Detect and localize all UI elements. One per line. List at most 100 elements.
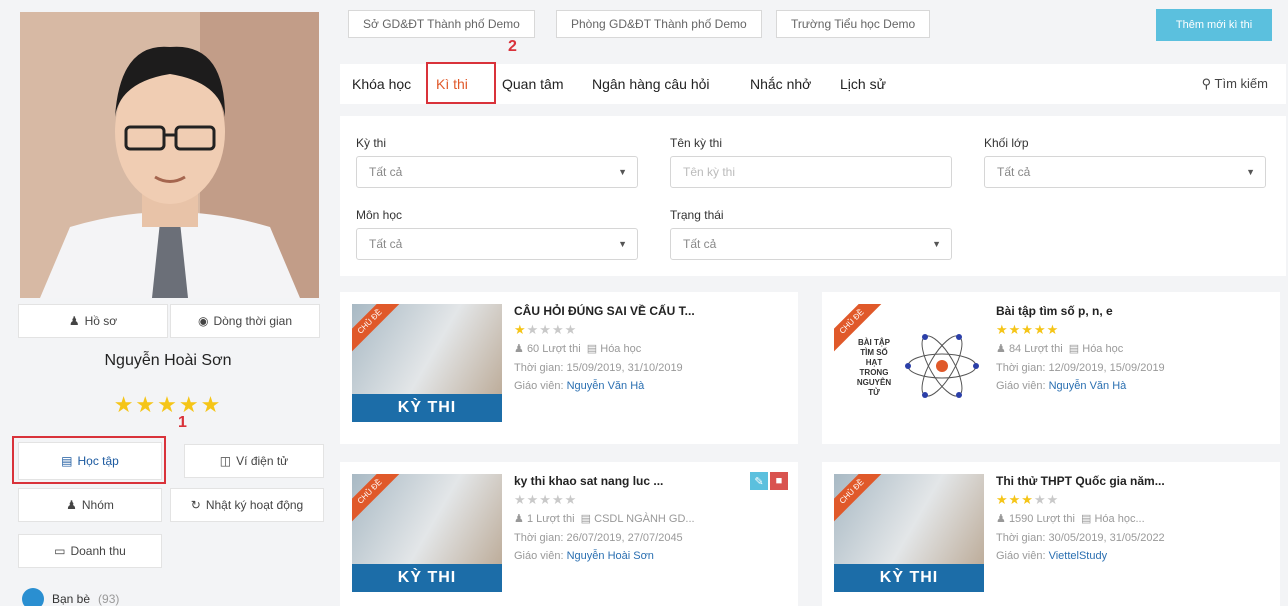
- breadcrumb-item-dept[interactable]: Sở GD&ĐT Thành phố Demo: [348, 10, 535, 38]
- marker-2: 2: [508, 38, 517, 55]
- menu-revenue-label: Doanh thu: [70, 544, 126, 558]
- profile-photo: [20, 12, 319, 298]
- search-icon: ⚲: [1201, 76, 1212, 91]
- exam-select[interactable]: Tất cả ▼: [356, 156, 638, 188]
- name-filter-label: Tên kỳ thi: [670, 136, 723, 150]
- exam-meta: ♟ 60 Lượt thi ▤ Hóa học: [514, 342, 641, 355]
- exam-time: Thời gian: 15/09/2019, 31/10/2019: [514, 362, 683, 374]
- chevron-down-icon: ▼: [618, 239, 627, 249]
- exam-title[interactable]: ky thi khao sat nang luc ...: [514, 474, 754, 488]
- topic-ribbon: CHỦ ĐỀ: [352, 304, 404, 356]
- menu-revenue[interactable]: ▭ Doanh thu: [18, 534, 162, 568]
- exam-band: KỲ THI: [352, 564, 502, 592]
- card-icon: ▭: [54, 544, 66, 558]
- exam-select-value: Tất cả: [369, 165, 403, 179]
- timeline-button[interactable]: ◉ Dòng thời gian: [170, 304, 320, 338]
- exam-rating: ★★★★★: [514, 322, 578, 337]
- menu-wallet[interactable]: ◫ Ví điện tử: [184, 444, 324, 478]
- status-filter-label: Trạng thái: [670, 208, 724, 222]
- grade-select[interactable]: Tất cả ▼: [984, 156, 1266, 188]
- book-icon: ▤: [1081, 513, 1092, 525]
- tab-courses[interactable]: Khóa học: [352, 76, 411, 92]
- exam-views: 1590 Lượt thi: [1008, 513, 1075, 525]
- marker-1: 1: [178, 414, 187, 431]
- exam-time: Thời gian: 26/07/2019, 27/07/2045: [514, 532, 683, 544]
- profile-button[interactable]: ♟ Hồ sơ: [18, 304, 168, 338]
- exam-thumbnail: CHỦ ĐỀ KỲ THI: [352, 304, 502, 422]
- delete-icon[interactable]: ■: [770, 472, 788, 490]
- user-icon: ♟: [514, 343, 524, 355]
- menu-activity-log-label: Nhật ký hoạt động: [205, 498, 304, 512]
- chevron-down-icon: ▼: [618, 167, 627, 177]
- exam-meta: ♟ 1590 Lượt thi ▤ Hóa học...: [996, 512, 1145, 525]
- exam-card[interactable]: CHỦ ĐỀ BÀI TẬP TÌM SỐ HẠT TRONG NGUYÊN T…: [822, 292, 1280, 444]
- highlight-box-2: [426, 62, 496, 104]
- tab-question-bank[interactable]: Ngân hàng câu hỏi: [592, 76, 710, 92]
- friends-label: Bạn bè: [52, 592, 91, 606]
- exam-views: 60 Lượt thi: [526, 343, 581, 355]
- status-select[interactable]: Tất cả ▼: [670, 228, 952, 260]
- search-label: Tìm kiếm: [1214, 76, 1268, 91]
- exam-thumbnail: CHỦ ĐỀ KỲ THI: [834, 474, 984, 592]
- user-icon: ♟: [68, 314, 80, 328]
- teacher-name[interactable]: Nguyễn Văn Hà: [1049, 380, 1127, 392]
- tab-history[interactable]: Lịch sử: [840, 76, 886, 92]
- breadcrumb-item-office[interactable]: Phòng GD&ĐT Thành phố Demo: [556, 10, 762, 38]
- exam-subject: Hóa học...: [1094, 513, 1145, 525]
- atom-icon: [905, 334, 979, 398]
- profile-button-label: Hồ sơ: [84, 314, 118, 328]
- exam-meta: ♟ 1 Lượt thi ▤ CSDL NGÀNH GD...: [514, 512, 695, 525]
- exam-card[interactable]: CHỦ ĐỀ KỲ THI ky thi khao sat nang luc .…: [340, 462, 798, 606]
- exam-band: KỲ THI: [834, 564, 984, 592]
- exam-card[interactable]: CHỦ ĐỀ KỲ THI Thi thử THPT Quốc gia năm.…: [822, 462, 1280, 606]
- teacher-label: Giáo viên:: [514, 380, 564, 392]
- breadcrumb-item-school[interactable]: Trường Tiểu học Demo: [776, 10, 931, 38]
- tab-reminder[interactable]: Nhắc nhở: [750, 76, 811, 92]
- teacher-name[interactable]: Nguyễn Hoài Sơn: [567, 550, 654, 562]
- grade-filter-label: Khối lớp: [984, 136, 1029, 150]
- exam-title[interactable]: Bài tập tìm số p, n, e: [996, 304, 1236, 318]
- exam-title[interactable]: Thi thử THPT Quốc gia năm...: [996, 474, 1236, 488]
- teacher-name[interactable]: ViettelStudy: [1049, 550, 1108, 562]
- exam-time: Thời gian: 12/09/2019, 15/09/2019: [996, 362, 1165, 374]
- search-link[interactable]: ⚲ Tìm kiếm: [1202, 76, 1268, 92]
- profile-rating: ★★★★★: [113, 392, 223, 417]
- menu-group[interactable]: ♟ Nhóm: [18, 488, 162, 522]
- exam-teacher: Giáo viên: Nguyễn Văn Hà: [996, 380, 1126, 392]
- menu-wallet-label: Ví điện tử: [236, 454, 289, 468]
- exam-subject: Hóa học: [600, 343, 642, 355]
- exam-filter-label: Kỳ thi: [356, 136, 387, 150]
- exam-rating: ★★★★★: [996, 492, 1060, 507]
- add-exam-button[interactable]: Thêm mới kì thi: [1156, 9, 1272, 41]
- exam-rating: ★★★★★: [996, 322, 1060, 337]
- exam-name-input[interactable]: Tên kỳ thi: [670, 156, 952, 188]
- chevron-down-icon: ▼: [932, 239, 941, 249]
- menu-activity-log[interactable]: ↻ Nhật ký hoạt động: [170, 488, 324, 522]
- edit-icon[interactable]: ✎: [750, 472, 768, 490]
- tab-interest[interactable]: Quan tâm: [502, 76, 563, 92]
- topic-ribbon: CHỦ ĐỀ: [834, 474, 886, 526]
- exam-band: KỲ THI: [352, 394, 502, 422]
- profile-name: Nguyễn Hoài Sơn: [104, 352, 232, 369]
- subject-select-value: Tất cả: [369, 237, 403, 251]
- timeline-button-label: Dòng thời gian: [213, 314, 293, 328]
- exam-subject: CSDL NGÀNH GD...: [594, 513, 695, 525]
- grade-select-value: Tất cả: [997, 165, 1031, 179]
- book-icon: ▤: [586, 343, 598, 355]
- teacher-label: Giáo viên:: [996, 380, 1046, 392]
- friends-link[interactable]: Bạn bè (93): [22, 588, 119, 606]
- book-icon: ▤: [1068, 343, 1080, 355]
- exam-teacher: Giáo viên: Nguyễn Văn Hà: [514, 380, 644, 392]
- group-icon: ♟: [66, 498, 77, 512]
- friends-count: (93): [98, 592, 120, 606]
- exam-title[interactable]: CÂU HỎI ĐÚNG SAI VỀ CẤU T...: [514, 304, 754, 318]
- subject-select[interactable]: Tất cả ▼: [356, 228, 638, 260]
- history-icon: ↻: [190, 498, 201, 512]
- teacher-label: Giáo viên:: [996, 550, 1046, 562]
- exam-card[interactable]: CHỦ ĐỀ KỲ THI CÂU HỎI ĐÚNG SAI VỀ CẤU T.…: [340, 292, 798, 444]
- teacher-name[interactable]: Nguyễn Văn Hà: [567, 380, 645, 392]
- teacher-label: Giáo viên:: [514, 550, 564, 562]
- user-icon: ♟: [996, 513, 1006, 525]
- highlight-box-1: [12, 436, 166, 484]
- exam-teacher: Giáo viên: ViettelStudy: [996, 550, 1107, 562]
